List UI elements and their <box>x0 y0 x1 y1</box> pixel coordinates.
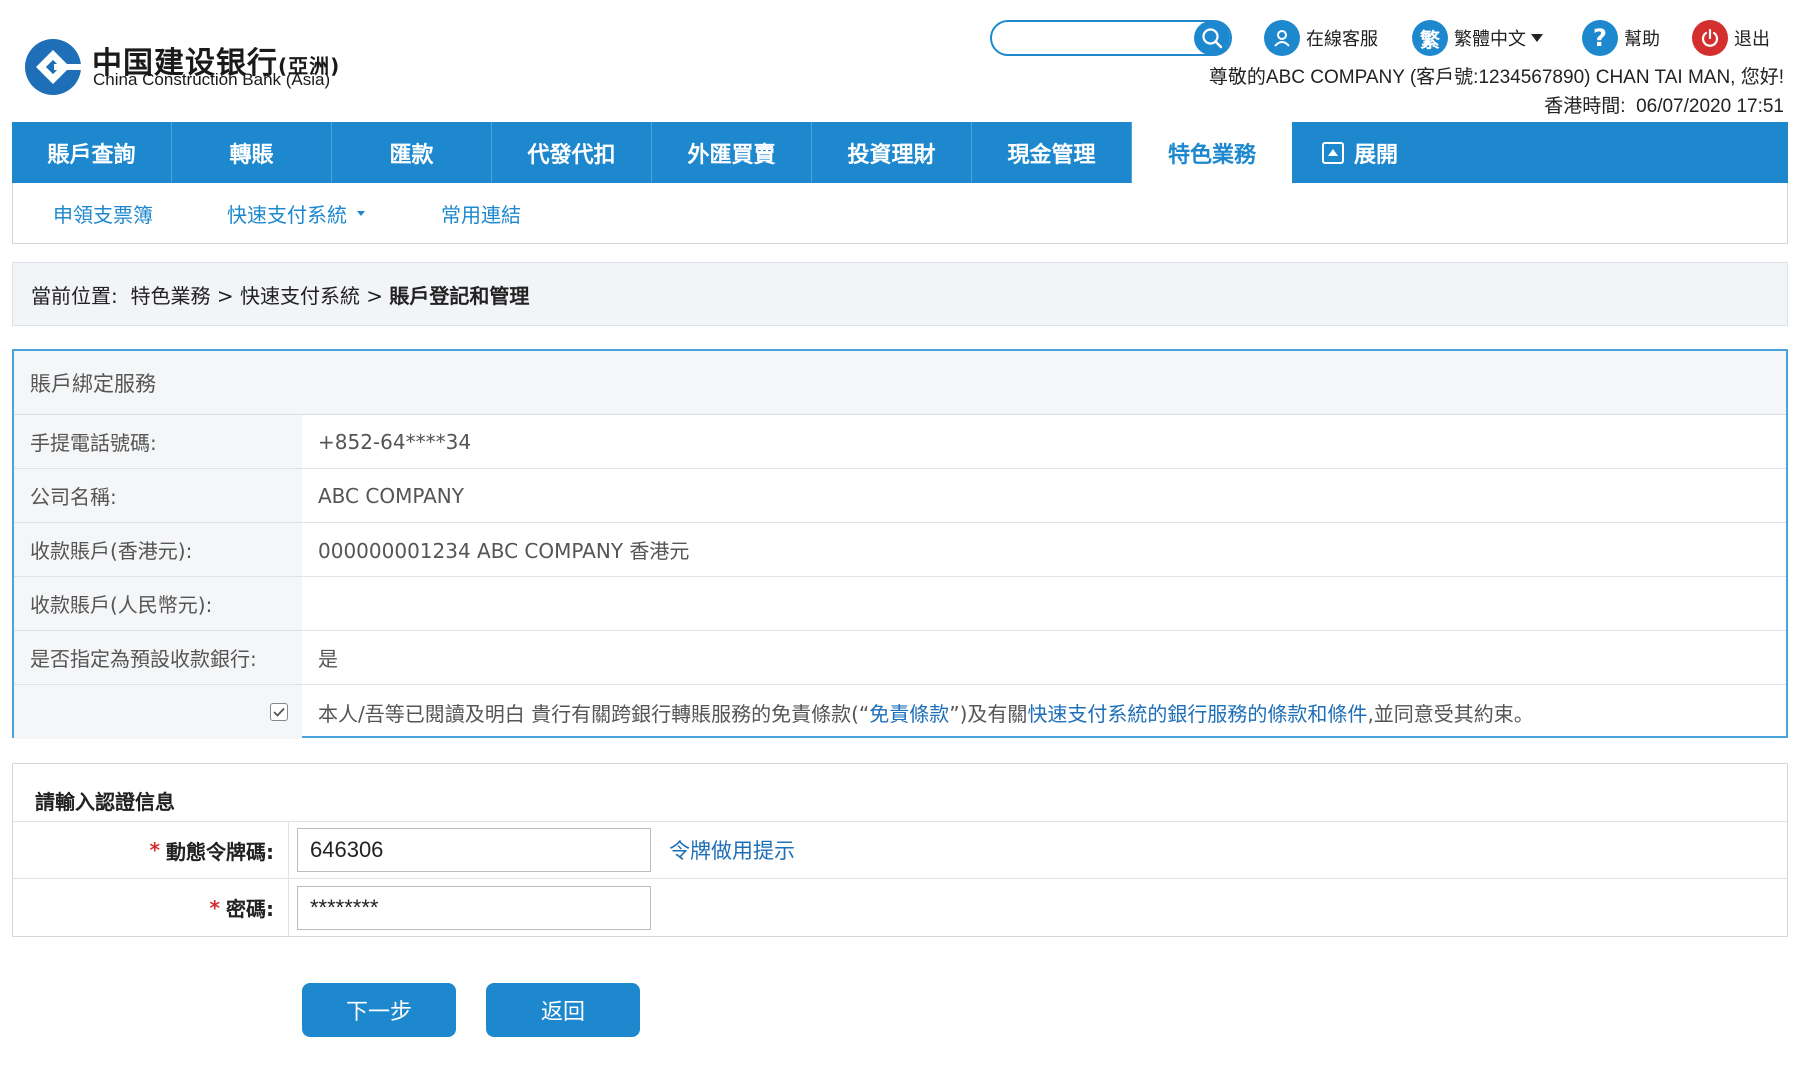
online-service-label: 在線客服 <box>1306 29 1378 50</box>
authentication-panel: 請輸入認證信息 * 動態令牌碼: 令牌做用提示 * 密碼: <box>12 763 1788 937</box>
dropdown-arrow-icon <box>1531 34 1543 42</box>
language-selector[interactable]: 繁 繁體中文 <box>1412 20 1544 56</box>
rmb-account-value <box>302 577 1786 630</box>
power-icon <box>1692 20 1728 56</box>
chevron-down-icon <box>357 211 365 216</box>
breadcrumb-path: 特色業務 > 快速支付系統 > <box>130 283 384 308</box>
password-input[interactable] <box>297 885 651 930</box>
nav-transfer[interactable]: 轉賬 <box>172 122 332 183</box>
agreement-text-part2: ”)及有關 <box>949 701 1028 726</box>
nav-account-inquiry[interactable]: 賬戶查詢 <box>12 122 172 183</box>
info-row: 收款賬戶(人民幣元): <box>14 577 1786 631</box>
token-help-link[interactable]: 令牌做用提示 <box>669 835 795 865</box>
company-name-value: ABC COMPANY <box>318 483 464 508</box>
agreement-text: 本人/吾等已閱讀及明白 貴行有關跨銀行轉賬服務的免責條款(“ 免責條款 ”)及有關快… <box>302 685 1786 739</box>
agreement-row: 本人/吾等已閱讀及明白 貴行有關跨銀行轉賬服務的免責條款(“ 免責條款 ”)及有關快… <box>14 685 1786 739</box>
greeting-text: 尊敬的ABC COMPANY (客戶號:1234567890) CHAN TAI… <box>1208 67 1784 88</box>
agreement-checkbox-cell <box>14 685 302 739</box>
nav-expand-button[interactable]: 展開 <box>1292 122 1492 183</box>
token-label: * 動態令牌碼: <box>13 822 289 878</box>
logout-link[interactable]: 退出 <box>1692 20 1770 56</box>
nav-expand-label: 展開 <box>1354 142 1399 168</box>
header: 中国建设银行(亞洲) China Construction Bank (Asia… <box>0 0 1800 122</box>
auth-title: 請輸入認證信息 <box>13 764 1787 822</box>
token-row: * 動態令牌碼: 令牌做用提示 <box>13 822 1787 879</box>
mobile-number-value: +852-64****34 <box>318 429 472 454</box>
help-icon: ? <box>1582 20 1618 56</box>
expand-icon <box>1322 141 1344 164</box>
nav-payroll[interactable]: 代發代扣 <box>492 122 652 183</box>
token-input[interactable] <box>297 828 651 872</box>
required-mark: * <box>149 838 160 862</box>
default-bank-label: 是否指定為預設收款銀行: <box>14 631 302 684</box>
password-label-text: 密碼: <box>226 897 274 921</box>
breadcrumb-prefix: 當前位置: <box>31 283 118 308</box>
fps-terms-link[interactable]: 快速支付系統的銀行服務的條款和條件 <box>1027 698 1367 727</box>
search-button[interactable] <box>1194 21 1230 55</box>
hk-time-label: 香港時間: <box>1544 96 1626 117</box>
subnav-fps[interactable]: 快速支付系統 <box>227 199 367 228</box>
traditional-chinese-icon: 繁 <box>1412 20 1448 56</box>
nav-fx-trading[interactable]: 外匯買賣 <box>652 122 812 183</box>
password-label: * 密碼: <box>13 879 289 936</box>
breadcrumb-current: 賬戶登記和管理 <box>389 283 530 308</box>
online-service-link[interactable]: 在線客服 <box>1264 20 1378 56</box>
brand-name-en: China Construction Bank (Asia) <box>93 70 331 89</box>
nav-investment[interactable]: 投資理財 <box>812 122 972 183</box>
search-input[interactable] <box>1006 22 1196 54</box>
account-binding-panel: 賬戶綁定服務 手提電話號碼: +852-64****34 公司名稱: ABC C… <box>12 349 1788 739</box>
logout-label: 退出 <box>1734 29 1770 50</box>
next-step-button[interactable]: 下一步 <box>302 983 456 1037</box>
rmb-account-label: 收款賬戶(人民幣元): <box>14 577 302 630</box>
default-bank-value: 是 <box>318 647 338 671</box>
help-label: 幫助 <box>1624 29 1660 50</box>
nav-featured-services[interactable]: 特色業務 <box>1132 122 1292 183</box>
agreement-text-part3: ,並同意受其約束。 <box>1367 701 1534 726</box>
checkmark-icon <box>273 707 285 717</box>
agreement-text-part1: 本人/吾等已閱讀及明白 貴行有關跨銀行轉賬服務的免責條款(“ <box>318 701 870 726</box>
info-row: 是否指定為預設收款銀行: 是 <box>14 631 1786 685</box>
info-row: 公司名稱: ABC COMPANY <box>14 469 1786 523</box>
company-name-label: 公司名稱: <box>14 469 302 522</box>
subnav-fps-label: 快速支付系統 <box>227 202 347 227</box>
language-label: 繁體中文 <box>1454 29 1526 50</box>
sub-nav: 申領支票簿 快速支付系統 常用連結 <box>12 183 1788 244</box>
info-row: 收款賬戶(香港元): 000000001234 ABC COMPANY 香港元 <box>14 523 1786 577</box>
panel-title: 賬戶綁定服務 <box>14 351 1786 415</box>
ccb-logo-icon[interactable] <box>24 38 82 96</box>
required-mark: * <box>209 895 220 920</box>
info-row: 手提電話號碼: +852-64****34 <box>14 415 1786 469</box>
token-label-text: 動態令牌碼: <box>166 839 274 864</box>
nav-remittance[interactable]: 匯款 <box>332 122 492 183</box>
hkd-account-label: 收款賬戶(香港元): <box>14 523 302 576</box>
user-service-icon <box>1264 20 1300 56</box>
hkd-account-value: 000000001234 ABC COMPANY 香港元 <box>318 539 690 563</box>
breadcrumb: 當前位置: 特色業務 > 快速支付系統 > 賬戶登記和管理 <box>12 262 1788 326</box>
nav-cash-management[interactable]: 現金管理 <box>972 122 1132 183</box>
hk-time: 香港時間: 06/07/2020 17:51 <box>1544 91 1784 118</box>
disclaimer-link[interactable]: 免責條款 <box>869 698 949 727</box>
subnav-cheque-book[interactable]: 申領支票簿 <box>53 199 153 228</box>
subnav-common-links[interactable]: 常用連結 <box>441 199 521 228</box>
back-button[interactable]: 返回 <box>486 983 640 1037</box>
hk-time-value: 06/07/2020 17:51 <box>1636 96 1784 117</box>
agreement-checkbox[interactable] <box>270 703 288 721</box>
password-row: * 密碼: <box>13 879 1787 936</box>
main-nav: 賬戶查詢 轉賬 匯款 代發代扣 外匯買賣 投資理財 現金管理 特色業務 展開 <box>12 122 1788 183</box>
help-link[interactable]: ? 幫助 <box>1582 20 1660 56</box>
search-icon <box>1202 28 1223 49</box>
mobile-number-label: 手提電話號碼: <box>14 415 302 468</box>
